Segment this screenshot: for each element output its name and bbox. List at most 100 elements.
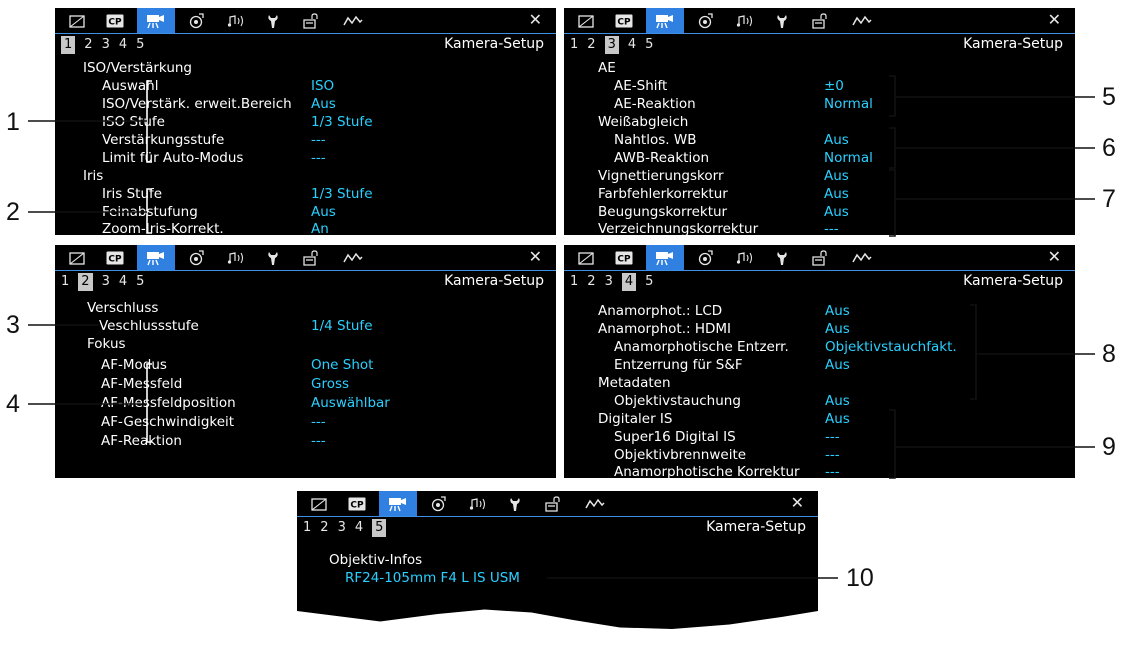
tab-audio[interactable]: [729, 12, 761, 30]
tab-wrench[interactable]: [257, 12, 289, 30]
tab-cp[interactable]: CP: [608, 249, 640, 267]
page-5-indicator[interactable]: 5: [645, 36, 653, 54]
menu-item-fine-step[interactable]: Feinabstufung: [102, 204, 198, 221]
page-1-indicator[interactable]: 1: [303, 519, 311, 537]
menu-item-vignetting[interactable]: Vignettierungskorr: [598, 168, 724, 185]
page-4-indicator[interactable]: 4: [628, 36, 636, 54]
page-1-indicator[interactable]: 1: [570, 36, 578, 54]
menu-item-af-mode[interactable]: AF-Modus: [101, 357, 167, 374]
page-5-indicator[interactable]: 5: [136, 36, 144, 54]
menu-item-zoom-iris[interactable]: Zoom-Iris-Korrekt.: [102, 221, 224, 235]
menu-item-iris-step[interactable]: Iris Stufe: [102, 186, 162, 203]
menu-item-af-frame-position[interactable]: AF-Messfeldposition: [101, 395, 236, 412]
tab-cp[interactable]: CP: [99, 12, 131, 30]
tab-audio[interactable]: [462, 495, 494, 513]
menu-item-anamorph-hdmi[interactable]: Anamorphot.: HDMI: [598, 321, 731, 338]
tab-camera[interactable]: [137, 8, 175, 34]
tab-wave[interactable]: [337, 249, 369, 267]
tab-camera[interactable]: [646, 8, 684, 34]
menu-item-desqueeze-sf[interactable]: Entzerrung für S&F: [614, 357, 743, 374]
menu-item-distortion[interactable]: Verzeichnungskorrektur: [598, 221, 758, 235]
close-icon[interactable]: ✕: [529, 11, 542, 29]
tab-wrench[interactable]: [257, 249, 289, 267]
page-3-indicator[interactable]: 3: [605, 273, 613, 291]
page-4-indicator[interactable]: 4: [355, 519, 363, 537]
menu-item-focal-length[interactable]: Objektivbrennweite: [614, 447, 746, 464]
menu-item-anamorph-desqueeze[interactable]: Anamorphotische Entzerr.: [614, 339, 789, 356]
tab-wave[interactable]: [337, 12, 369, 30]
tab-cp[interactable]: CP: [608, 12, 640, 30]
menu-item-ae-shift[interactable]: AE-Shift: [614, 78, 667, 95]
page-2-indicator[interactable]: 2: [320, 519, 328, 537]
page-5-indicator[interactable]: 5: [136, 273, 144, 291]
menu-item-seamless-wb[interactable]: Nahtlos. WB: [614, 132, 696, 149]
menu-item-af-frame[interactable]: AF-Messfeld: [101, 376, 182, 393]
tab-lock[interactable]: [804, 249, 836, 267]
close-icon[interactable]: ✕: [791, 494, 804, 512]
tab-film[interactable]: [303, 495, 335, 513]
page-5-indicator[interactable]: 5: [645, 273, 653, 291]
tab-film[interactable]: [61, 249, 93, 267]
tab-wave[interactable]: [846, 12, 878, 30]
tab-audio[interactable]: [729, 249, 761, 267]
tab-color[interactable]: [181, 12, 213, 30]
tab-audio[interactable]: [220, 249, 252, 267]
menu-item-iso-step[interactable]: ISO Stufe: [102, 114, 165, 131]
tab-audio[interactable]: [220, 12, 252, 30]
menu-item-ae-response[interactable]: AE-Reaktion: [614, 96, 696, 113]
tab-film[interactable]: [570, 12, 602, 30]
menu-item-lens-squeeze[interactable]: Objektivstauchung: [614, 393, 741, 410]
tab-wave[interactable]: [579, 495, 611, 513]
tab-camera[interactable]: [646, 245, 684, 271]
menu-item-chromatic[interactable]: Farbfehlerkorrektur: [598, 186, 728, 203]
tab-lock[interactable]: [804, 12, 836, 30]
tab-wave[interactable]: [846, 249, 878, 267]
menu-item-iso-extended-range[interactable]: ISO/Verstärk. erweit.Bereich: [102, 96, 292, 113]
page-4-indicator[interactable]: 4: [621, 273, 637, 291]
menu-item-selection[interactable]: Auswahl: [102, 78, 158, 95]
page-4-indicator[interactable]: 4: [119, 273, 127, 291]
tab-color[interactable]: [690, 12, 722, 30]
page-3-indicator[interactable]: 3: [102, 273, 110, 291]
page-2-indicator[interactable]: 2: [587, 36, 595, 54]
close-icon[interactable]: ✕: [529, 248, 542, 266]
menu-item-shutter-step[interactable]: Veschlussstufe: [99, 318, 199, 335]
tab-color[interactable]: [690, 249, 722, 267]
page-3-indicator[interactable]: 3: [604, 36, 619, 54]
menu-item-anamorph-correction[interactable]: Anamorphotische Korrektur: [614, 464, 800, 478]
page-1-indicator[interactable]: 1: [570, 273, 578, 291]
tab-wrench[interactable]: [766, 249, 798, 267]
page-3-indicator[interactable]: 3: [102, 36, 110, 54]
tab-lock[interactable]: [295, 249, 327, 267]
tab-color[interactable]: [423, 495, 455, 513]
page-2-indicator[interactable]: 2: [587, 273, 595, 291]
menu-item-gain-step[interactable]: Verstärkungsstufe: [102, 132, 224, 149]
menu-item-diffraction[interactable]: Beugungskorrektur: [598, 204, 727, 221]
tab-wrench[interactable]: [499, 495, 531, 513]
menu-item-digital-is[interactable]: Digitaler IS: [598, 411, 672, 428]
tab-camera[interactable]: [137, 245, 175, 271]
page-3-indicator[interactable]: 3: [338, 519, 346, 537]
tab-film[interactable]: [61, 12, 93, 30]
close-icon[interactable]: ✕: [1048, 248, 1061, 266]
page-1-indicator[interactable]: 1: [61, 36, 76, 54]
menu-item-af-response[interactable]: AF-Reaktion: [101, 433, 182, 450]
page-5-indicator[interactable]: 5: [372, 519, 387, 537]
tab-color[interactable]: [181, 249, 213, 267]
page-4-indicator[interactable]: 4: [119, 36, 127, 54]
menu-item-super16-is[interactable]: Super16 Digital IS: [614, 429, 736, 446]
tab-lock[interactable]: [537, 495, 569, 513]
menu-item-auto-limit[interactable]: Limit für Auto-Modus: [102, 150, 243, 167]
tab-camera[interactable]: [379, 491, 417, 517]
tab-cp[interactable]: CP: [341, 495, 373, 513]
page-2-indicator[interactable]: 2: [78, 273, 93, 291]
menu-item-af-speed[interactable]: AF-Geschwindigkeit: [101, 414, 234, 431]
tab-wrench[interactable]: [766, 12, 798, 30]
tab-lock[interactable]: [295, 12, 327, 30]
tab-film[interactable]: [570, 249, 602, 267]
page-1-indicator[interactable]: 1: [61, 273, 69, 291]
menu-item-anamorph-lcd[interactable]: Anamorphot.: LCD: [598, 303, 722, 320]
menu-item-awb-response[interactable]: AWB-Reaktion: [614, 150, 709, 167]
page-2-indicator[interactable]: 2: [84, 36, 92, 54]
tab-cp[interactable]: CP: [99, 249, 131, 267]
